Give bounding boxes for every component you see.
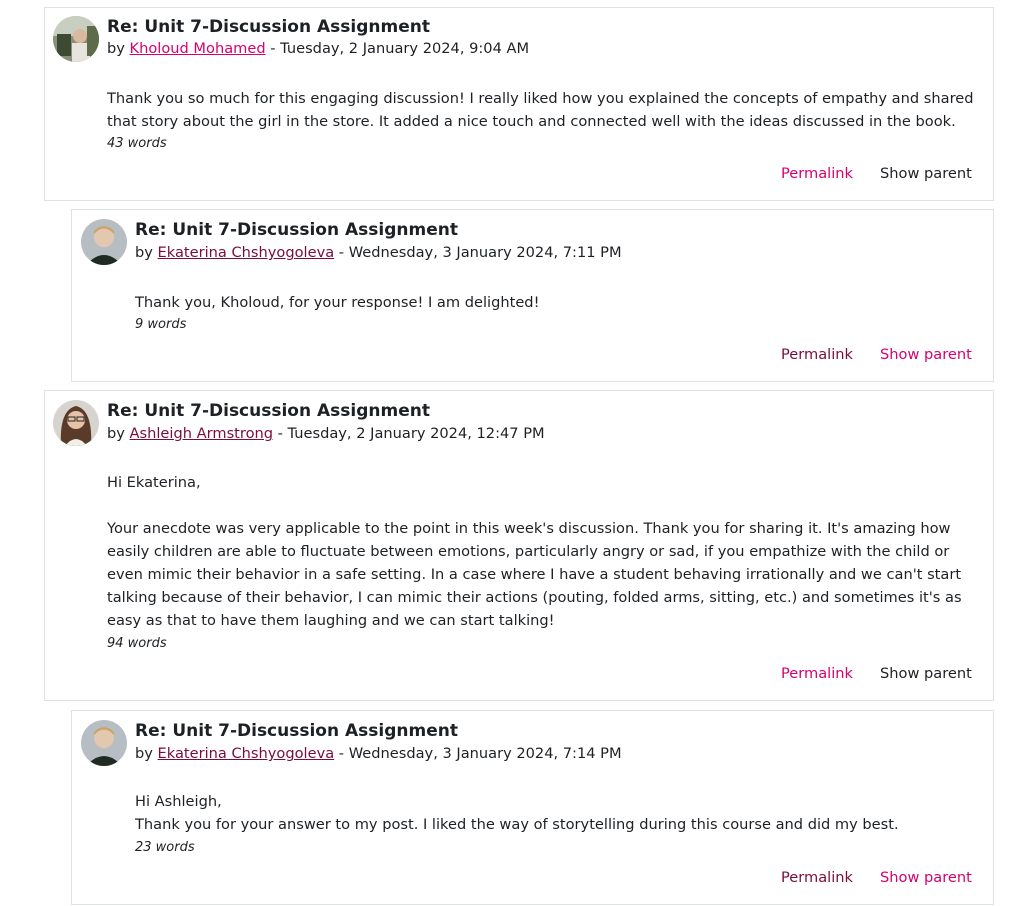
post-content: Thank you, Kholoud, for your response! I… [135, 291, 985, 314]
show-parent-link[interactable]: Show parent [880, 164, 972, 184]
user-avatar[interactable] [81, 720, 127, 766]
post-byline: by Ekaterina Chshyogoleva - Wednesday, 3… [135, 243, 622, 263]
post-date: - Wednesday, 3 January 2024, 7:14 PM [338, 745, 622, 762]
show-parent-link[interactable]: Show parent [880, 868, 972, 888]
permalink-link[interactable]: Permalink [781, 664, 853, 684]
post-paragraph: Thank you, Kholoud, for your response! I… [135, 294, 540, 311]
word-count: 43 words [107, 136, 167, 151]
post-paragraph: Your anecdote was very applicable to the… [107, 520, 962, 629]
permalink-link[interactable]: Permalink [781, 868, 853, 888]
user-avatar[interactable] [53, 16, 99, 62]
author-link[interactable]: Kholoud Mohamed [130, 40, 266, 57]
word-count: 23 words [135, 840, 195, 855]
post-paragraph: Thank you so much for this engaging disc… [107, 90, 974, 130]
permalink-link[interactable]: Permalink [781, 345, 853, 365]
post-paragraph: Hi Ashleigh, [135, 793, 222, 810]
post-subject: Re: Unit 7-Discussion Assignment [107, 401, 430, 421]
post-actions: Permalink Show parent [45, 664, 995, 684]
forum-post: Re: Unit 7-Discussion Assignment by Ashl… [44, 390, 994, 701]
author-link[interactable]: Ashleigh Armstrong [130, 425, 273, 442]
post-date: - Tuesday, 2 January 2024, 12:47 PM [277, 425, 545, 442]
by-label: by [135, 745, 153, 762]
user-avatar[interactable] [81, 219, 127, 265]
forum-post: Re: Unit 7-Discussion Assignment by Ekat… [71, 710, 994, 905]
post-byline: by Ekaterina Chshyogoleva - Wednesday, 3… [135, 744, 622, 764]
permalink-link[interactable]: Permalink [781, 164, 853, 184]
show-parent-link[interactable]: Show parent [880, 664, 972, 684]
forum-post: Re: Unit 7-Discussion Assignment by Khol… [44, 7, 994, 201]
post-content: Thank you so much for this engaging disc… [107, 87, 989, 133]
user-avatar-photo-icon [53, 400, 99, 446]
user-avatar[interactable] [53, 400, 99, 446]
post-actions: Permalink Show parent [72, 345, 995, 365]
post-date: - Tuesday, 2 January 2024, 9:04 AM [270, 40, 530, 57]
by-label: by [135, 244, 153, 261]
post-actions: Permalink Show parent [45, 164, 995, 184]
forum-post: Re: Unit 7-Discussion Assignment by Ekat… [71, 209, 994, 382]
post-content: Hi Ashleigh, Thank you for your answer t… [135, 790, 985, 836]
post-paragraph: Hi Ekaterina, [107, 474, 201, 491]
word-count: 94 words [107, 636, 167, 651]
post-subject: Re: Unit 7-Discussion Assignment [135, 721, 458, 741]
word-count: 9 words [135, 317, 187, 332]
user-avatar-photo-icon [81, 219, 127, 265]
post-actions: Permalink Show parent [72, 868, 995, 888]
post-subject: Re: Unit 7-Discussion Assignment [107, 17, 430, 37]
post-byline: by Ashleigh Armstrong - Tuesday, 2 Janua… [107, 424, 545, 444]
post-date: - Wednesday, 3 January 2024, 7:11 PM [338, 244, 622, 261]
by-label: by [107, 425, 125, 442]
post-paragraph: Thank you for your answer to my post. I … [135, 816, 899, 833]
by-label: by [107, 40, 125, 57]
user-avatar-photo-icon [81, 720, 127, 766]
author-link[interactable]: Ekaterina Chshyogoleva [158, 745, 335, 762]
post-content: Hi Ekaterina, Your anecdote was very app… [107, 471, 989, 632]
post-subject: Re: Unit 7-Discussion Assignment [135, 220, 458, 240]
user-avatar-photo-icon [53, 16, 99, 62]
show-parent-link[interactable]: Show parent [880, 345, 972, 365]
post-byline: by Kholoud Mohamed - Tuesday, 2 January … [107, 39, 529, 59]
author-link[interactable]: Ekaterina Chshyogoleva [158, 244, 335, 261]
